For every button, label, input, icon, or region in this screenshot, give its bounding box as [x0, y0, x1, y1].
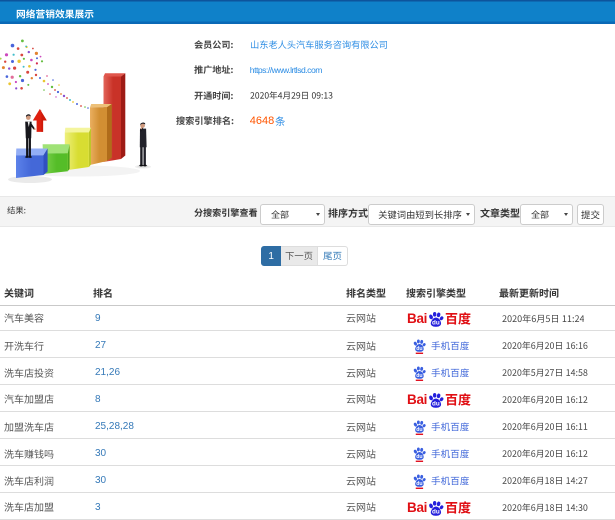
- svg-text:du: du: [432, 401, 440, 408]
- svg-text:du: du: [416, 454, 422, 460]
- svg-text:du: du: [416, 373, 422, 379]
- svg-text:du: du: [416, 481, 422, 487]
- svg-text:du: du: [432, 509, 440, 516]
- svg-text:du: du: [416, 346, 422, 352]
- svg-text:du: du: [432, 320, 440, 327]
- svg-text:du: du: [416, 427, 422, 433]
